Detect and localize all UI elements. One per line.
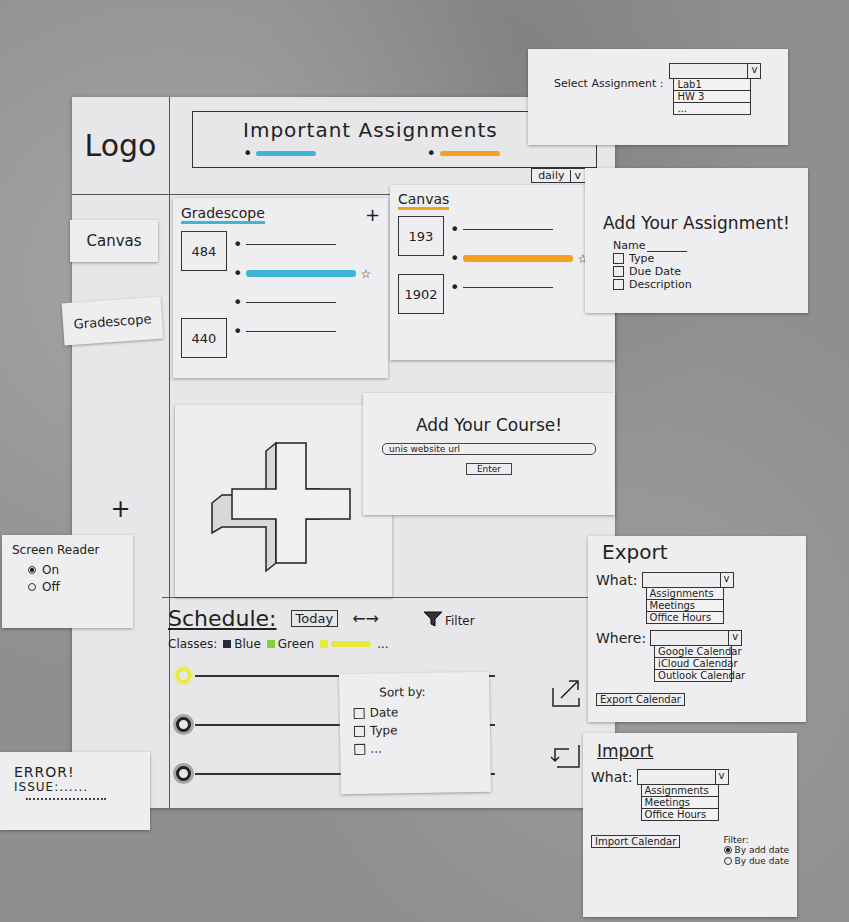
schedule-title: Schedule: xyxy=(168,606,277,631)
course-group: 193 • •☆ xyxy=(398,216,607,268)
course-code[interactable]: 1902 xyxy=(398,274,444,314)
assignment-row[interactable]: •☆ xyxy=(450,249,607,268)
sort-option[interactable]: Type xyxy=(354,722,476,738)
field-checkbox[interactable]: Type xyxy=(613,252,798,265)
class-legend: Classes:BlueGreen... xyxy=(168,637,605,651)
assignment-row[interactable]: • xyxy=(233,293,380,312)
legend-swatch xyxy=(256,151,316,156)
card-title[interactable]: Gradescope xyxy=(181,205,265,224)
dialog-title: Add Your Course! xyxy=(416,415,562,435)
course-code[interactable]: 440 xyxy=(181,318,227,358)
assignment-row[interactable]: • xyxy=(450,220,607,239)
sidebar-item[interactable]: Canvas xyxy=(70,220,158,262)
sort-option[interactable]: ... xyxy=(354,740,476,756)
sort-menu: Sort by:DateType... xyxy=(339,672,491,795)
what-dropdown[interactable]: v xyxy=(637,769,729,785)
card-title[interactable]: Canvas xyxy=(398,191,449,210)
radio-option[interactable]: By due date xyxy=(724,856,789,866)
select-assignment: Select Assignment :vLab1HW 3... xyxy=(528,49,788,145)
dropdown-option[interactable]: Outlook Calendar xyxy=(654,670,732,682)
legend-item: • xyxy=(426,144,499,163)
field-checkbox[interactable]: Description xyxy=(613,278,798,291)
import-icon[interactable] xyxy=(549,739,585,773)
sidebar: + xyxy=(72,195,170,808)
export-calendar-button[interactable]: Export Calendar xyxy=(596,693,685,706)
dropdown-option[interactable]: Lab1 xyxy=(673,79,751,91)
radio-option[interactable]: On xyxy=(28,563,123,577)
class-tag[interactable]: Green xyxy=(267,637,314,651)
paper-prototype: LogoImportant Assignments••dailyv+Schedu… xyxy=(0,0,849,922)
what-dropdown[interactable]: v xyxy=(642,572,734,588)
dropdown-option[interactable]: ... xyxy=(673,103,751,115)
assignment-dropdown[interactable]: v xyxy=(669,63,761,79)
import-dialog: ImportWhat:vAssignmentsMeetingsOffice Ho… xyxy=(583,733,797,917)
add-course-dialog: Add Your Course! unis website url Enter xyxy=(363,393,615,515)
course-group: 484 • •☆ • xyxy=(181,231,380,312)
funnel-icon xyxy=(423,610,443,628)
class-tag[interactable] xyxy=(320,640,371,648)
where-dropdown[interactable]: v xyxy=(650,630,742,646)
export-dialog: ExportWhat:vAssignmentsMeetingsOffice Ho… xyxy=(588,536,806,722)
course-group: 440 • xyxy=(181,318,380,358)
import-filter: Filter:By add dateBy due date xyxy=(724,835,789,867)
course-card: Canvas 193 • •☆ 1902 • xyxy=(390,185,615,360)
radio-option[interactable]: By add date xyxy=(724,845,789,855)
assignment-row[interactable]: • xyxy=(450,278,607,297)
dropdown-option[interactable]: Assignments xyxy=(646,588,724,600)
period-dropdown[interactable]: dailyv xyxy=(531,168,587,183)
dropdown-option[interactable]: iCloud Calendar xyxy=(654,658,732,670)
error-message: ERROR!ISSUE:...... xyxy=(0,752,150,830)
dropdown-option[interactable]: Google Calendar xyxy=(654,646,732,658)
screen-reader-toggle: Screen ReaderOnOff xyxy=(2,535,133,628)
assignment-row[interactable]: •☆ xyxy=(233,264,380,283)
legend: •• xyxy=(243,144,586,163)
add-button[interactable]: + xyxy=(365,204,380,225)
dropdown-option[interactable]: Assignments xyxy=(641,785,719,797)
enter-button[interactable]: Enter xyxy=(466,463,512,475)
date-nav[interactable]: ←→ xyxy=(352,609,379,628)
sort-option[interactable]: Date xyxy=(354,704,476,720)
dropdown-option[interactable]: Meetings xyxy=(646,600,724,612)
dropdown-option[interactable]: HW 3 xyxy=(673,91,751,103)
url-input[interactable]: unis website url xyxy=(382,443,596,455)
dialog-title: Add Your Assignment! xyxy=(603,213,798,233)
filter-button[interactable]: Filter xyxy=(423,610,475,628)
sidebar-item[interactable]: Gradescope xyxy=(62,297,164,346)
add-course-button[interactable] xyxy=(175,405,392,597)
today-button[interactable]: Today xyxy=(291,610,339,627)
course-card: Gradescope +484 • •☆ • 440 • xyxy=(173,198,388,378)
add-assignment-dialog: Add Your Assignment! NameTypeDue DateDesc… xyxy=(585,168,808,313)
course-group: 1902 • xyxy=(398,274,607,314)
radio-option[interactable]: Off xyxy=(28,580,123,594)
dropdown-menu: Lab1HW 3... xyxy=(673,79,751,115)
dropdown-option[interactable]: Office Hours xyxy=(646,612,724,624)
dropdown-option[interactable]: Meetings xyxy=(641,797,719,809)
course-code[interactable]: 484 xyxy=(181,231,227,271)
assignment-row[interactable]: • xyxy=(233,235,380,254)
dropdown-option[interactable]: Office Hours xyxy=(641,809,719,821)
plus-icon xyxy=(184,411,384,591)
legend-item: • xyxy=(243,144,316,163)
import-calendar-button[interactable]: Import Calendar xyxy=(591,835,680,848)
logo[interactable]: Logo xyxy=(72,97,170,195)
export-icon[interactable] xyxy=(549,676,585,710)
name-input[interactable]: Name xyxy=(613,239,798,252)
field-checkbox[interactable]: Due Date xyxy=(613,265,798,278)
assignment-row[interactable]: • xyxy=(233,322,380,341)
add-site-button[interactable]: + xyxy=(110,495,130,523)
dropdown-toggle-icon[interactable]: v xyxy=(570,170,584,182)
course-code[interactable]: 193 xyxy=(398,216,444,256)
class-tag[interactable]: Blue xyxy=(223,637,261,651)
star-icon[interactable]: ☆ xyxy=(360,267,371,281)
legend-swatch xyxy=(440,151,500,156)
